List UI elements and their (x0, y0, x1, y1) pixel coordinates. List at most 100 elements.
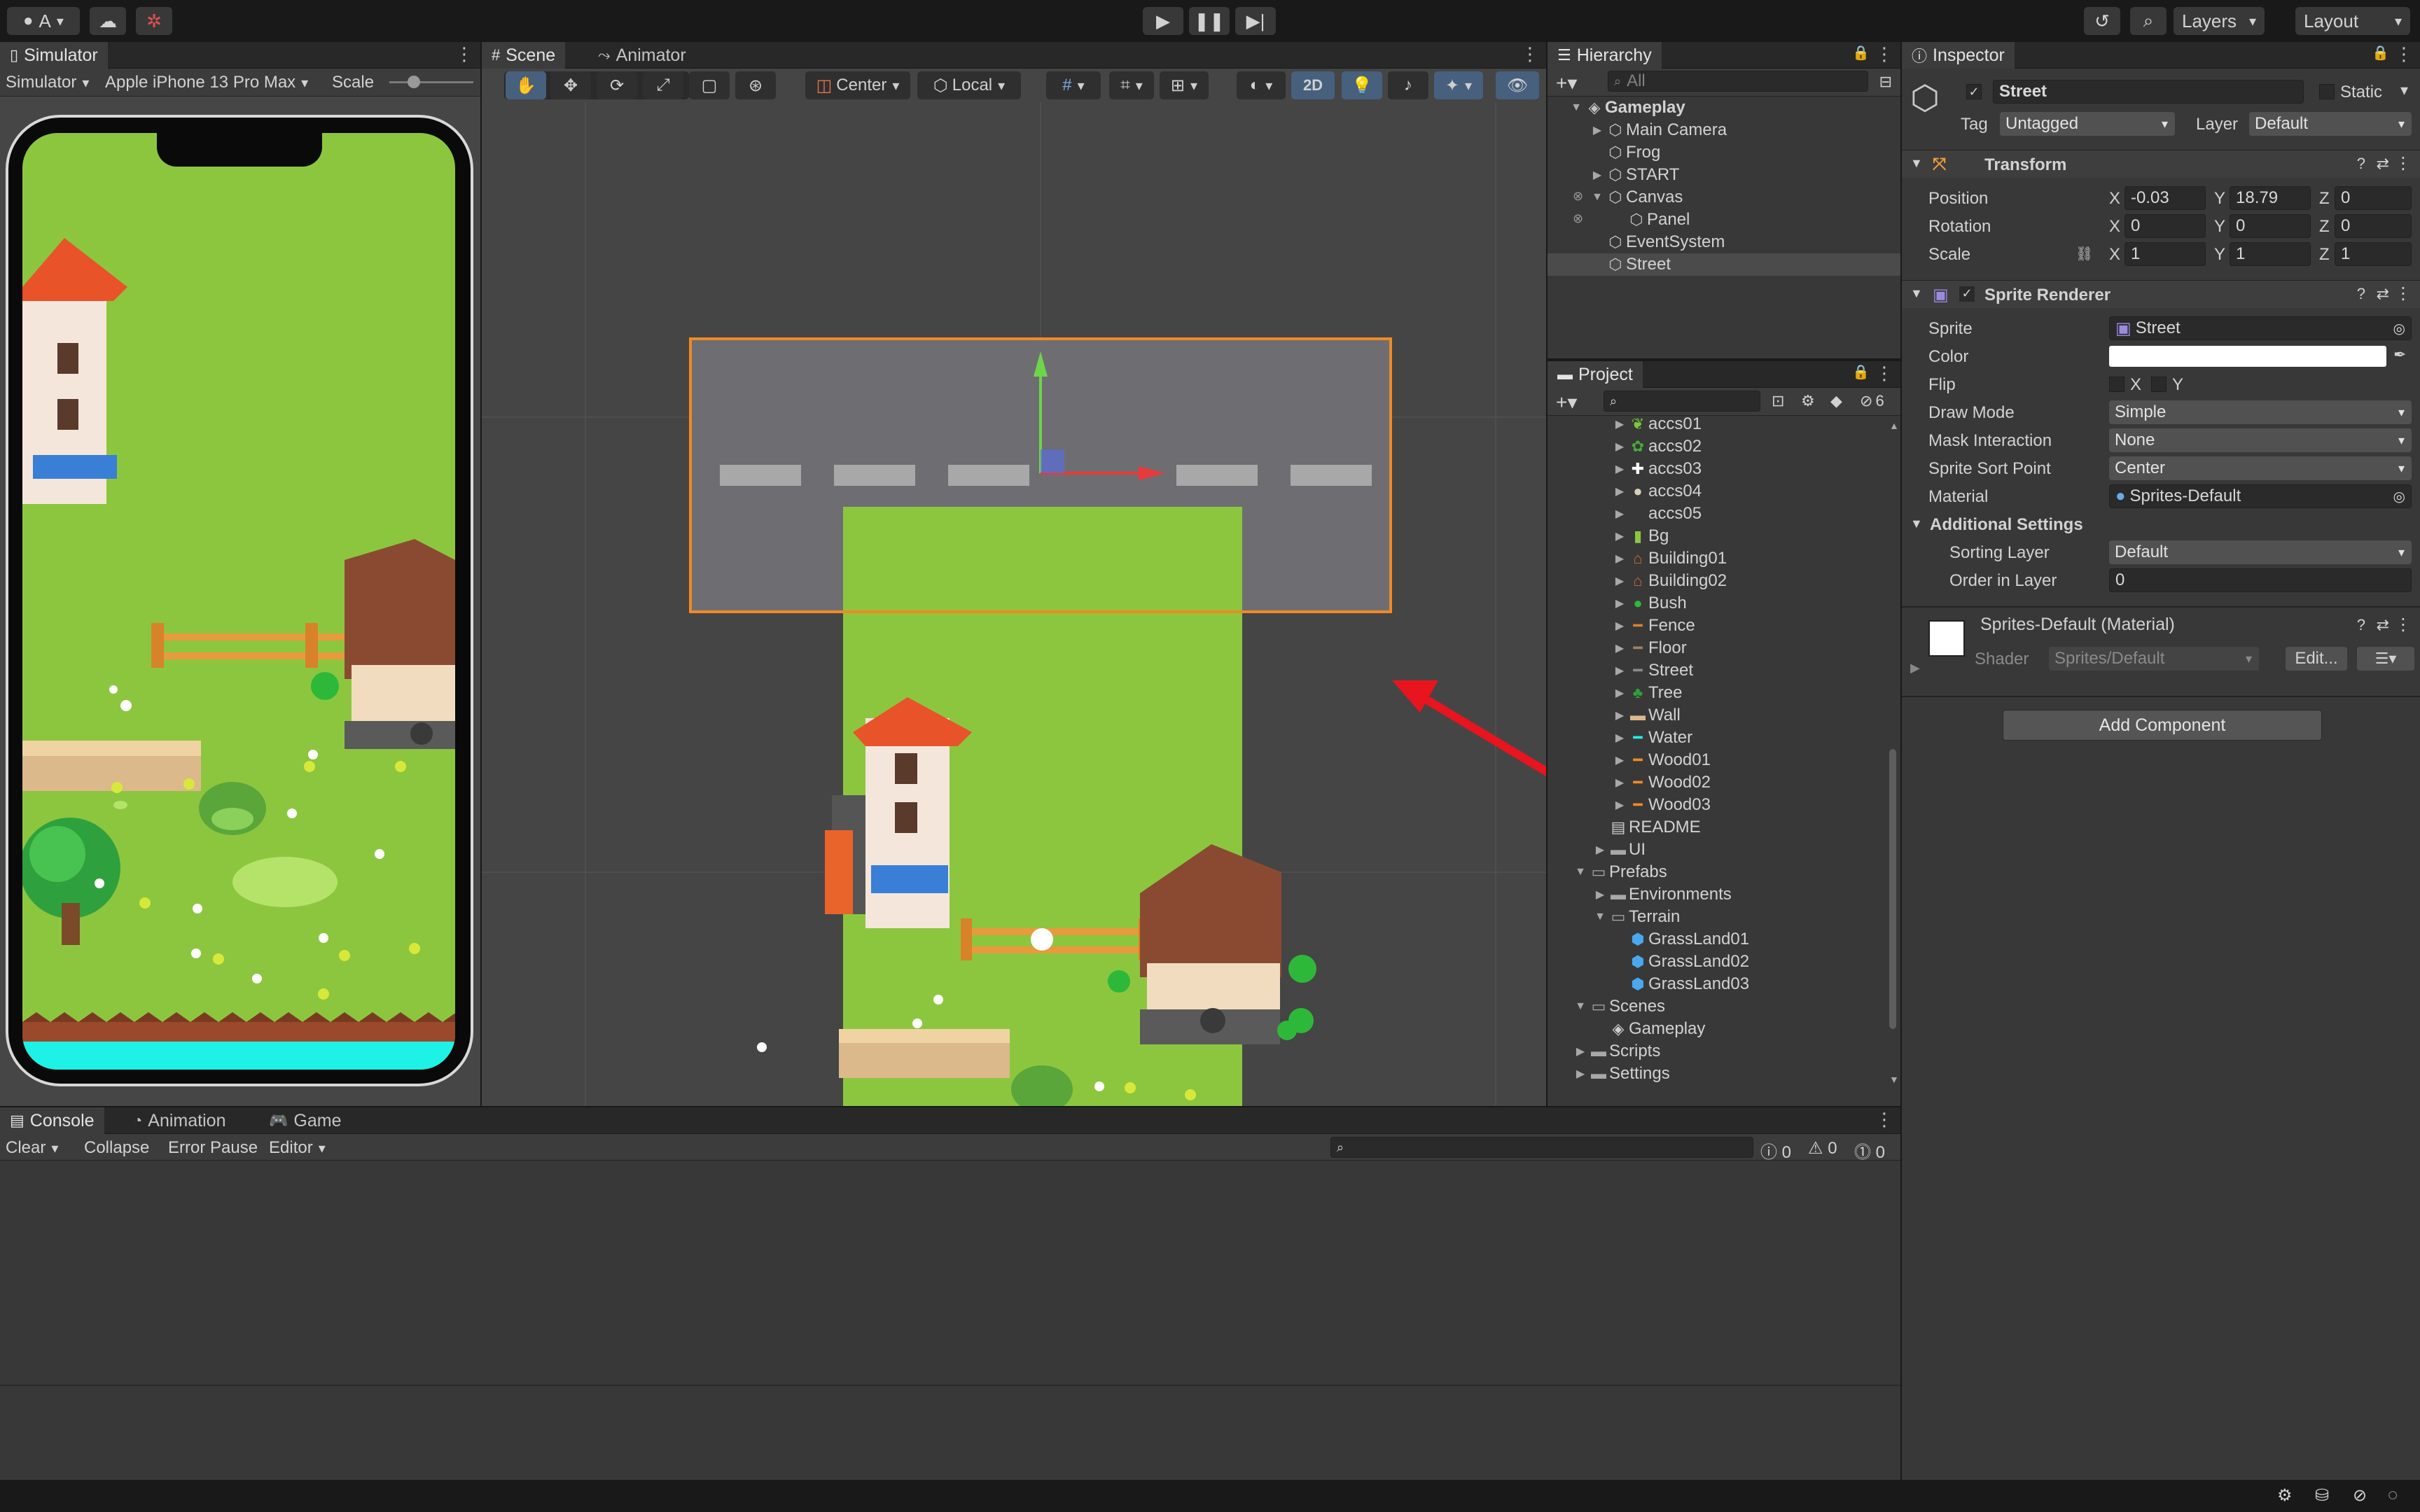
flip-x-checkbox[interactable] (2109, 377, 2125, 392)
project-item[interactable]: ▶ ▬ UI (1548, 839, 1884, 861)
rect-tool-button[interactable]: ▢ (689, 71, 730, 99)
order-in-layer-field[interactable]: 0 (2109, 568, 2412, 592)
collapsed-arrow-icon[interactable]: ▶ (1612, 664, 1627, 678)
auto-generate-icon[interactable]: ◌ (2388, 1485, 2398, 1505)
additional-settings-label[interactable]: Additional Settings (1930, 515, 2083, 535)
position-x-field[interactable]: -0.03 (2125, 186, 2206, 210)
project-item[interactable]: ▶ ▮ Bg (1548, 525, 1884, 547)
component-menu-icon[interactable]: ⋮ (2395, 284, 2412, 304)
hierarchy-item[interactable]: ▶ ⬡ START (1548, 164, 1900, 186)
device-dropdown[interactable]: Apple iPhone 13 Pro Max (105, 73, 308, 92)
project-item[interactable]: ▤ README (1548, 816, 1884, 839)
console-menu-icon[interactable]: ⋮ (1875, 1109, 1893, 1130)
pause-button[interactable]: ❚❚ (1189, 7, 1230, 35)
rotate-tool-button[interactable]: ⟳ (597, 71, 637, 99)
search-button[interactable]: ⌕ (2130, 7, 2167, 35)
layers-dropdown[interactable]: Layers (2174, 7, 2265, 35)
scale-z-field[interactable]: 1 (2335, 242, 2412, 266)
rotation-x-field[interactable]: 0 (2125, 214, 2206, 238)
edit-shader-button[interactable]: Edit... (2286, 647, 2347, 671)
hierarchy-add-button[interactable]: +▾ (1556, 71, 1577, 94)
project-search-input[interactable]: ⌕ (1604, 391, 1760, 412)
add-component-button[interactable]: Add Component (2003, 710, 2322, 741)
step-button[interactable]: ▶| (1235, 7, 1276, 35)
scale-slider-thumb[interactable] (408, 76, 420, 88)
draw-mode-button[interactable]: ◐ (1237, 71, 1286, 99)
project-item[interactable]: ▶ ▬ Settings (1548, 1063, 1884, 1085)
rotation-y-field[interactable]: 0 (2230, 214, 2311, 238)
flip-y-checkbox[interactable] (2151, 377, 2167, 392)
scroll-up-icon[interactable]: ▲ (1889, 420, 1899, 431)
project-item[interactable]: ▶ ▬ Scripts (1548, 1040, 1884, 1063)
expanded-arrow-icon[interactable]: ▼ (1573, 1000, 1588, 1013)
toggle-2d-button[interactable]: 2D (1291, 71, 1335, 99)
error-pause-button[interactable]: Error Pause (168, 1138, 258, 1158)
hierarchy-filter-icon[interactable]: ⊟ (1879, 73, 1892, 91)
project-item[interactable]: ▶ ♣ Tree (1548, 682, 1884, 704)
effects-button[interactable]: ✦ (1434, 71, 1483, 99)
collapsed-arrow-icon[interactable]: ▶ (1612, 574, 1627, 588)
move-tool-button[interactable]: ✥ (550, 71, 591, 99)
tab-project[interactable]: ▬ Project (1548, 361, 1643, 388)
preset-icon[interactable]: ⇄ (2377, 155, 2389, 173)
draw-mode-dropdown[interactable]: Simple (2109, 400, 2412, 424)
sort-point-dropdown[interactable]: Center (2109, 456, 2412, 480)
sprite-object-field[interactable]: ▣ Street ◎ (2109, 316, 2412, 340)
preset-icon[interactable]: ⇄ (2377, 285, 2389, 303)
project-menu-icon[interactable]: ⋮ (1875, 363, 1893, 384)
pivot-center-dropdown[interactable]: ◫ Center (805, 71, 910, 99)
lighting-button[interactable]: 💡 (1342, 71, 1382, 99)
static-checkbox[interactable] (2319, 84, 2335, 99)
project-scrollbar-thumb[interactable] (1889, 749, 1896, 1029)
project-item[interactable]: ▶ ⌂ Building02 (1548, 570, 1884, 592)
tab-game[interactable]: 🎮 Game (259, 1107, 352, 1134)
project-item[interactable]: ▶ ━ Wood02 (1548, 771, 1884, 794)
collapsed-arrow-icon[interactable]: ▶ (1612, 507, 1627, 521)
search-by-label-icon[interactable]: ⚙ (1801, 392, 1815, 410)
search-by-type-icon[interactable]: ⊡ (1772, 392, 1784, 410)
tab-hierarchy[interactable]: ☰ Hierarchy (1548, 42, 1662, 69)
foldout-icon[interactable]: ▼ (1910, 286, 1923, 301)
project-item[interactable]: ▶ ━ Wood01 (1548, 749, 1884, 771)
foldout-icon[interactable]: ▼ (1910, 517, 1923, 531)
error-filter-button[interactable]: ⓵ 0 (1854, 1138, 1885, 1163)
hierarchy-item[interactable]: ⬡ Panel (1548, 209, 1900, 231)
hierarchy-lock-icon[interactable]: 🔒 (1852, 44, 1870, 62)
object-picker-icon[interactable]: ◎ (2393, 488, 2405, 505)
collapsed-arrow-icon[interactable]: ▶ (1590, 168, 1605, 182)
collab-button[interactable]: ✲ (136, 7, 172, 35)
color-swatch[interactable] (2109, 346, 2386, 367)
scroll-down-icon[interactable]: ▼ (1889, 1074, 1899, 1085)
collapsed-arrow-icon[interactable]: ▶ (1612, 776, 1627, 790)
collapsed-arrow-icon[interactable]: ▶ (1612, 641, 1627, 655)
layer-dropdown[interactable]: Default (2249, 112, 2412, 136)
hand-tool-button[interactable]: ✋ (506, 71, 546, 99)
game-view-screen[interactable] (22, 133, 455, 1070)
project-item[interactable]: ▶ ━ Fence (1548, 615, 1884, 637)
sprite-renderer-enabled-checkbox[interactable]: ✓ (1959, 286, 1975, 302)
scale-tool-button[interactable]: ⤢ (643, 71, 683, 99)
collapsed-arrow-icon[interactable]: ▶ (1612, 596, 1627, 610)
mask-interaction-dropdown[interactable]: None (2109, 428, 2412, 452)
project-add-button[interactable]: +▾ (1556, 391, 1577, 414)
project-item[interactable]: ▶ ✚ accs03 (1548, 458, 1884, 480)
clear-button[interactable]: Clear (6, 1138, 58, 1158)
project-scrollbar[interactable]: ▲ ▼ (1886, 420, 1899, 1085)
hierarchy-item[interactable]: ⬡ Street (1548, 253, 1900, 276)
increment-snap-button[interactable]: ⊞ (1160, 71, 1209, 99)
debug-mode-icon[interactable]: ⊘ (2353, 1485, 2367, 1506)
material-object-field[interactable]: ● Sprites-Default ◎ (2109, 484, 2412, 508)
editor-dropdown[interactable]: Editor (269, 1138, 326, 1158)
expanded-arrow-icon[interactable]: ▼ (1573, 866, 1588, 878)
project-item[interactable]: ▶ ● accs04 (1548, 480, 1884, 503)
tag-dropdown[interactable]: Untagged (2000, 112, 2175, 136)
project-item[interactable]: ▼ ▭ Scenes (1548, 995, 1884, 1018)
scene-visibility-icon[interactable]: ⊗ (1573, 211, 1583, 226)
tab-simulator[interactable]: ▯ Simulator (0, 42, 108, 69)
tab-animation[interactable]: ◔ Animation (123, 1107, 235, 1134)
project-item[interactable]: ▶ ━ Wood03 (1548, 794, 1884, 816)
project-lock-icon[interactable]: 🔒 (1852, 363, 1870, 381)
play-button[interactable]: ▶ (1143, 7, 1183, 35)
expanded-arrow-icon[interactable]: ▼ (1590, 191, 1605, 204)
static-dropdown[interactable]: ▾ (2400, 81, 2408, 99)
